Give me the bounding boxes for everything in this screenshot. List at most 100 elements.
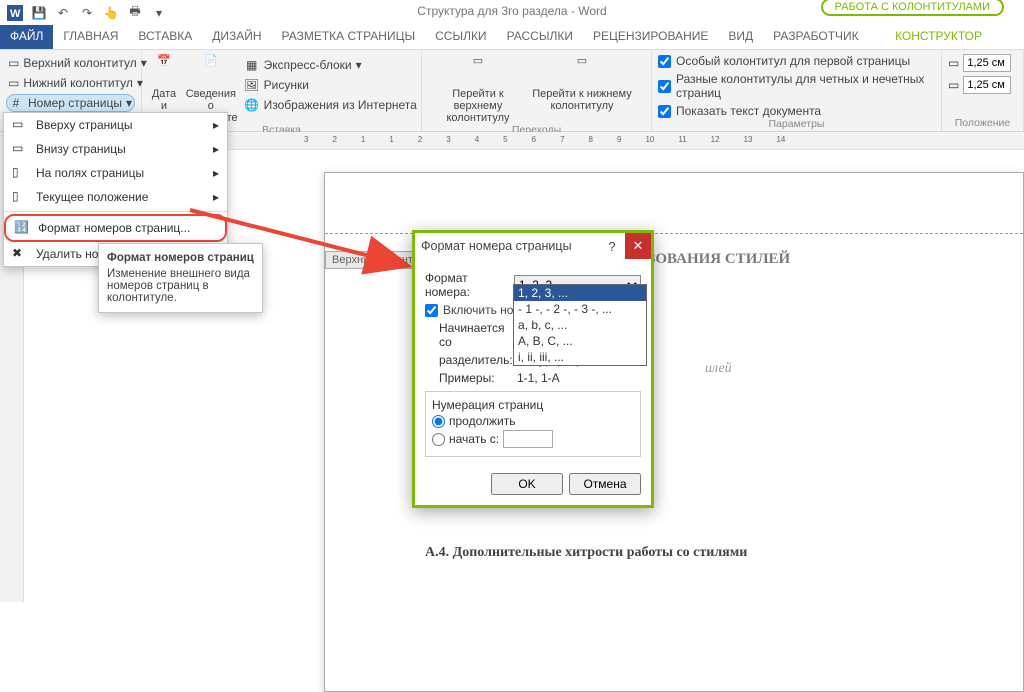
- menu-label: На полях страницы: [36, 166, 144, 180]
- qat-more-icon[interactable]: ▾: [150, 4, 168, 22]
- cursor-icon: ▯: [12, 189, 28, 205]
- goto-footer-icon: ▭: [566, 54, 598, 86]
- dialog-title-text: Формат номера страницы: [421, 239, 572, 253]
- menu-label: Текущее положение: [36, 190, 148, 204]
- contextual-group-label: РАБОТА С КОЛОНТИТУЛАМИ: [829, 1, 996, 13]
- undo-icon[interactable]: ↶: [54, 4, 72, 22]
- menu-label: Формат номеров страниц...: [38, 221, 190, 235]
- tab-view[interactable]: ВИД: [718, 25, 763, 49]
- page-number-dropdown[interactable]: #Номер страницы ▾: [6, 94, 135, 112]
- ribbon-group-options: Особый колонтитул для первой страницы Ра…: [652, 50, 942, 131]
- tab-layout[interactable]: РАЗМЕТКА СТРАНИЦЫ: [272, 25, 426, 49]
- starts-with-label: Начинается со: [425, 321, 511, 349]
- touch-mode-icon[interactable]: 👆: [102, 4, 120, 22]
- menu-page-margins[interactable]: ▯На полях страницы▸: [4, 161, 227, 185]
- picture-icon: 🖼: [244, 77, 260, 93]
- header-pos-icon: ▭: [948, 56, 959, 70]
- group-label-options: Параметры: [658, 118, 935, 130]
- continue-label: продолжить: [449, 414, 515, 428]
- ribbon-tabs: ФАЙЛ ГЛАВНАЯ ВСТАВКА ДИЗАЙН РАЗМЕТКА СТР…: [0, 25, 1024, 50]
- oddeven-label: Разные колонтитулы для четных и нечетных…: [676, 72, 935, 100]
- remove-icon: ✖: [12, 246, 28, 262]
- combo-option[interactable]: A, B, C, ...: [514, 333, 646, 349]
- menu-current-position[interactable]: ▯Текущее положение▸: [4, 185, 227, 209]
- word-icon: W: [6, 4, 24, 22]
- combo-option[interactable]: 1, 2, 3, ...: [514, 285, 646, 301]
- numbering-fieldset: Нумерация страниц продолжить начать с:: [425, 391, 641, 457]
- ribbon-group-nav: ▭Перейти к верхнему колонтитулу ▭Перейти…: [422, 50, 652, 131]
- menu-bottom-of-page[interactable]: ▭Внизу страницы▸: [4, 137, 227, 161]
- goto-header-label: Перейти к верхнему колонтитулу: [428, 88, 528, 124]
- header-from-top-field[interactable]: ▭: [948, 54, 1017, 72]
- doc-icon: ▯: [12, 165, 28, 181]
- heading-a4: А.4. Дополнительные хитрости работы со с…: [425, 545, 747, 561]
- header-label: Верхний колонтитул: [23, 56, 136, 70]
- group-label-position: Положение: [948, 117, 1017, 129]
- header-icon: ▭: [8, 55, 19, 71]
- redo-icon[interactable]: ↷: [78, 4, 96, 22]
- page-number-icon: #: [8, 95, 24, 111]
- combo-option[interactable]: i, ii, iii, ...: [514, 349, 646, 365]
- contextual-tab-group: РАБОТА С КОЛОНТИТУЛАМИ: [821, 0, 1004, 16]
- goto-header-button[interactable]: ▭Перейти к верхнему колонтитулу: [428, 54, 528, 124]
- footer-from-bottom-field[interactable]: ▭: [948, 76, 1017, 94]
- format-combo-list: 1, 2, 3, ... - 1 -, - 2 -, - 3 -, ... a,…: [513, 284, 647, 366]
- tab-design[interactable]: ДИЗАЙН: [202, 25, 271, 49]
- menu-label: Вверху страницы: [36, 118, 132, 132]
- first-page-checkbox[interactable]: Особый колонтитул для первой страницы: [658, 54, 935, 68]
- tab-home[interactable]: ГЛАВНАЯ: [53, 25, 128, 49]
- tab-insert[interactable]: ВСТАВКА: [128, 25, 202, 49]
- tooltip-body: Изменение внешнего вида номеров страниц …: [107, 268, 254, 304]
- start-at-input[interactable]: [503, 430, 553, 448]
- doc-icon: ▭: [12, 141, 28, 157]
- online-pictures-button[interactable]: 🌐 Изображения из Интернета: [242, 96, 419, 114]
- goto-footer-label: Перейти к нижнему колонтитулу: [532, 88, 632, 112]
- titlebar: W 💾 ↶ ↷ 👆 🖶 ▾ Структура для 3го раздела …: [0, 0, 1024, 25]
- doc-icon: ▭: [12, 117, 28, 133]
- cancel-button[interactable]: Отмена: [569, 473, 641, 495]
- menu-label: Внизу страницы: [36, 142, 126, 156]
- combo-option[interactable]: - 1 -, - 2 -, - 3 -, ...: [514, 301, 646, 317]
- startat-label: начать с:: [449, 432, 499, 446]
- goto-footer-button[interactable]: ▭Перейти к нижнему колонтитулу: [532, 54, 632, 124]
- tab-file[interactable]: ФАЙЛ: [0, 25, 53, 49]
- footer-pos-input[interactable]: [963, 76, 1011, 94]
- tab-references[interactable]: ССЫЛКИ: [425, 25, 496, 49]
- tab-mailings[interactable]: РАССЫЛКИ: [497, 25, 583, 49]
- quickparts-icon: ▦: [244, 57, 260, 73]
- header-dropdown[interactable]: ▭Верхний колонтитул ▾: [6, 54, 135, 72]
- start-at-radio[interactable]: начать с:: [432, 430, 634, 448]
- svg-text:W: W: [10, 8, 21, 20]
- examples-label: Примеры:: [425, 371, 511, 385]
- help-button[interactable]: ?: [599, 233, 625, 259]
- odd-even-checkbox[interactable]: Разные колонтитулы для четных и нечетных…: [658, 72, 935, 100]
- dialog-title: Формат номера страницы ? ✕: [415, 233, 651, 259]
- tab-review[interactable]: РЕЦЕНЗИРОВАНИЕ: [583, 25, 718, 49]
- tooltip: Формат номеров страниц Изменение внешнег…: [98, 243, 263, 313]
- tab-konstruktor[interactable]: КОНСТРУКТОР: [885, 25, 992, 49]
- close-button[interactable]: ✕: [625, 233, 651, 259]
- ok-button[interactable]: OK: [491, 473, 563, 495]
- onlinepic-icon: 🌐: [244, 97, 260, 113]
- quickparts-label: Экспресс-блоки: [264, 58, 352, 72]
- footer-dropdown[interactable]: ▭Нижний колонтитул ▾: [6, 74, 135, 92]
- onlinepics-label: Изображения из Интернета: [264, 98, 417, 112]
- header-pos-input[interactable]: [963, 54, 1011, 72]
- continue-radio[interactable]: продолжить: [432, 414, 634, 428]
- footer-pos-icon: ▭: [948, 78, 959, 92]
- menu-format-page-numbers[interactable]: 🔢Формат номеров страниц...: [4, 214, 227, 242]
- separator-label: разделитель:: [425, 353, 511, 367]
- ribbon-group-position: ▭ ▭ Положение: [942, 50, 1024, 131]
- docinfo-icon: 📄: [195, 54, 227, 86]
- combo-option[interactable]: a, b, c, ...: [514, 317, 646, 333]
- save-icon[interactable]: 💾: [30, 4, 48, 22]
- pictures-button[interactable]: 🖼Рисунки: [242, 76, 419, 94]
- menu-top-of-page[interactable]: ▭Вверху страницы▸: [4, 113, 227, 137]
- print-icon[interactable]: 🖶: [126, 4, 144, 22]
- numbering-legend: Нумерация страниц: [432, 398, 634, 412]
- quick-access-toolbar: W 💾 ↶ ↷ 👆 🖶 ▾: [0, 2, 174, 24]
- quick-parts-button[interactable]: ▦Экспресс-блоки ▾: [242, 56, 419, 74]
- calendar-icon: 📅: [148, 54, 180, 86]
- tab-developer[interactable]: РАЗРАБОТЧИК: [763, 25, 869, 49]
- show-doc-checkbox[interactable]: Показать текст документа: [658, 104, 935, 118]
